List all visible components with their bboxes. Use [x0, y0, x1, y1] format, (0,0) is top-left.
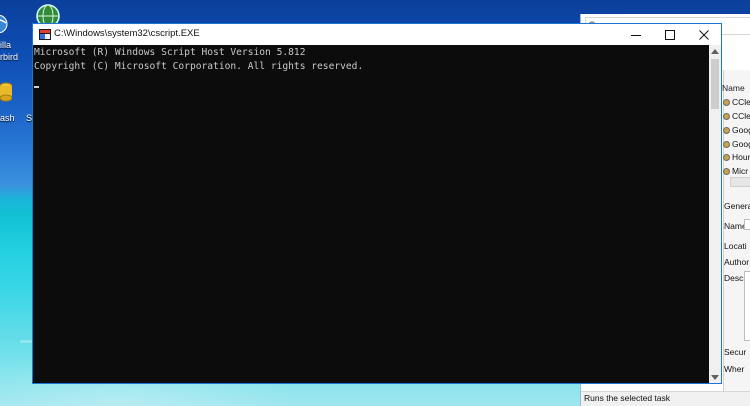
- title-bar[interactable]: C:\Windows\system32\cscript.EXE: [33, 24, 721, 45]
- field-label-location: Locati: [724, 241, 747, 251]
- desktop-icon-label: illa: [0, 40, 12, 50]
- coins-icon: [0, 82, 12, 102]
- description-field[interactable]: [744, 271, 750, 341]
- task-icon: [723, 141, 730, 149]
- horizontal-scrollbar[interactable]: [730, 177, 750, 187]
- task-icon: [723, 127, 730, 135]
- task-icon: [723, 154, 730, 162]
- maximize-icon: [665, 29, 675, 40]
- task-icon: [723, 99, 730, 107]
- chevron-down-icon: [711, 374, 719, 380]
- task-row[interactable]: Hour: [723, 152, 750, 162]
- window-title: C:\Windows\system32\cscript.EXE: [54, 28, 200, 39]
- task-name: Micr: [732, 166, 749, 176]
- task-name: Goog: [732, 125, 750, 135]
- task-name: Hour: [732, 152, 750, 162]
- console-window[interactable]: C:\Windows\system32\cscript.EXE Microsof…: [32, 23, 722, 384]
- task-row[interactable]: CCle: [723, 111, 750, 121]
- minimize-button[interactable]: [619, 24, 653, 45]
- task-row[interactable]: CCle: [723, 97, 750, 107]
- maximize-button[interactable]: [653, 24, 687, 45]
- console-output[interactable]: Microsoft (R) Windows Script Host Versio…: [33, 45, 709, 383]
- task-row[interactable]: Goog: [723, 125, 750, 135]
- status-text: Runs the selected task: [584, 393, 670, 403]
- close-icon: [699, 29, 709, 40]
- chevron-up-icon: [711, 48, 719, 54]
- security-label: Secur: [724, 347, 747, 357]
- task-icon: [723, 113, 730, 121]
- task-name: CCle: [732, 97, 750, 107]
- task-name: Goog: [732, 139, 750, 149]
- tab-general[interactable]: General: [724, 201, 750, 211]
- task-name: CCle: [732, 111, 750, 121]
- task-row[interactable]: Goog: [723, 139, 750, 149]
- thunderbird-globe-icon: [0, 14, 8, 34]
- desktop-icon-globe[interactable]: [33, 4, 65, 26]
- field-label-author: Author: [724, 257, 750, 267]
- close-button[interactable]: [687, 24, 721, 45]
- console-line: Copyright (C) Microsoft Corporation. All…: [34, 60, 364, 72]
- status-bar: Runs the selected task: [581, 391, 750, 406]
- name-field[interactable]: [744, 219, 750, 230]
- scroll-thumb[interactable]: [711, 59, 719, 109]
- scroll-down-button[interactable]: [709, 371, 721, 383]
- desktop-icon-label: rbird: [0, 52, 19, 62]
- text-cursor: [34, 86, 39, 88]
- task-row[interactable]: Micr: [723, 166, 748, 176]
- when-label: Wher: [724, 364, 745, 374]
- task-icon: [723, 168, 730, 176]
- column-header-name[interactable]: Name: [722, 83, 745, 93]
- desktop-icon-label: ash: [0, 113, 15, 123]
- vertical-scrollbar[interactable]: [709, 45, 721, 383]
- scroll-up-button[interactable]: [709, 45, 721, 57]
- desktop-icon-thunderbird[interactable]: illa rbird: [0, 0, 32, 70]
- console-app-icon: [39, 29, 51, 40]
- minimize-icon: [631, 34, 641, 36]
- console-line: Microsoft (R) Windows Script Host Versio…: [34, 47, 306, 58]
